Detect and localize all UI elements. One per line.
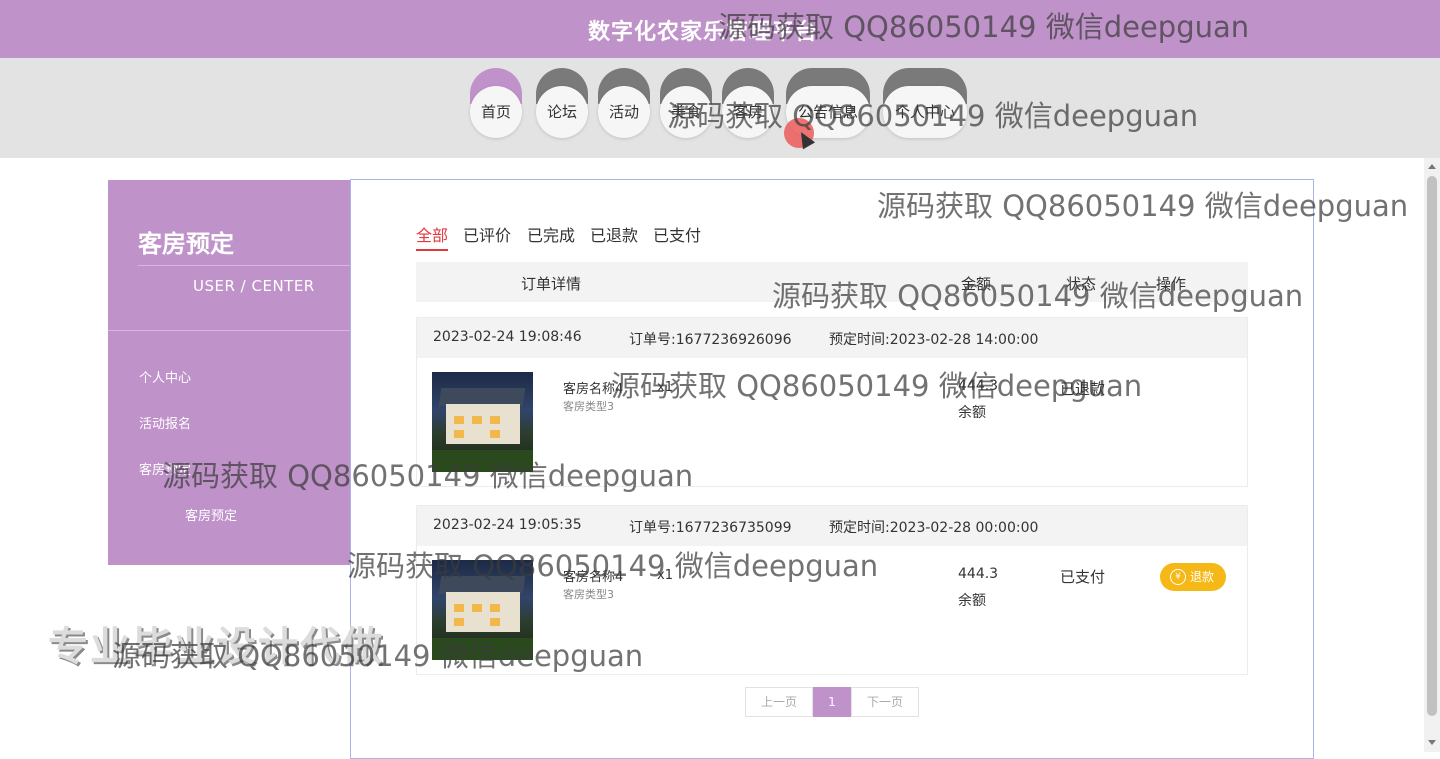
order-amount: 444.3 xyxy=(958,566,999,582)
tab-all[interactable]: 全部 xyxy=(416,222,449,251)
watermark: 源码获取 QQ86050149 微信deepguan xyxy=(112,639,644,673)
tab-completed[interactable]: 已完成 xyxy=(527,222,575,246)
nav-label[interactable]: 论坛 xyxy=(536,86,588,138)
tab-refunded[interactable]: 已退款 xyxy=(590,222,638,246)
sidebar-item-activity-signup[interactable]: 活动报名 xyxy=(139,413,191,432)
watermark: 源码获取 QQ86050149 微信deepguan xyxy=(162,459,694,493)
yen-icon: ¥ xyxy=(1170,569,1186,585)
room-type: 客房类型3 xyxy=(563,588,614,601)
watermark: 源码获取 QQ86050149 微信deepguan xyxy=(667,99,1199,133)
scroll-up-icon[interactable] xyxy=(1428,164,1436,169)
watermark: 源码获取 QQ86050149 微信deepguan xyxy=(772,279,1304,313)
scroll-down-icon[interactable] xyxy=(1428,740,1436,745)
watermark: 源码获取 QQ86050149 微信deepguan xyxy=(877,189,1409,223)
user-sidebar: 客房预定 USER / CENTER 个人中心 活动报名 客房预定 客房预定 xyxy=(108,180,350,565)
divider xyxy=(138,265,350,266)
payment-method: 余额 xyxy=(958,593,986,609)
order-number: 订单号:1677236926096 xyxy=(629,332,792,348)
watermark: 源码获取 QQ86050149 微信deepguan xyxy=(718,10,1250,44)
scrollbar-thumb[interactable] xyxy=(1427,176,1437,716)
order-booking-time: 预定时间:2023-02-28 00:00:00 xyxy=(829,520,1039,536)
nav-label[interactable]: 活动 xyxy=(598,86,650,138)
order-card-header: 2023-02-24 19:08:46 订单号:1677236926096 预定… xyxy=(417,318,1247,358)
watermark: 源码获取 QQ86050149 微信deepguan xyxy=(347,549,879,583)
refund-button[interactable]: ¥ 退款 xyxy=(1160,563,1226,591)
tab-paid[interactable]: 已支付 xyxy=(653,222,701,246)
order-number: 订单号:1677236735099 xyxy=(629,520,792,536)
payment-method: 余额 xyxy=(958,405,986,421)
order-booking-time: 预定时间:2023-02-28 14:00:00 xyxy=(829,332,1039,348)
watermark: 源码获取 QQ86050149 微信deepguan xyxy=(611,369,1143,403)
order-created-time: 2023-02-24 19:05:35 xyxy=(433,517,582,533)
order-created-time: 2023-02-24 19:08:46 xyxy=(433,329,582,345)
sidebar-item-personal-center[interactable]: 个人中心 xyxy=(139,367,191,386)
divider xyxy=(108,330,350,331)
refund-label: 退款 xyxy=(1190,570,1215,584)
page-scrollbar[interactable] xyxy=(1424,158,1440,752)
room-type: 客房类型3 xyxy=(563,400,614,413)
nav-label[interactable]: 首页 xyxy=(470,86,522,138)
sidebar-subitem-room-booking[interactable]: 客房预定 xyxy=(185,505,237,524)
header-order-details: 订单详情 xyxy=(521,275,582,293)
sidebar-subtitle: USER / CENTER xyxy=(193,277,315,295)
pagination-next-button[interactable]: 下一页 xyxy=(851,687,919,717)
tab-reviewed[interactable]: 已评价 xyxy=(463,222,511,246)
pagination-current-page[interactable]: 1 xyxy=(813,687,851,717)
sidebar-title: 客房预定 xyxy=(138,230,234,258)
order-status: 已支付 xyxy=(1060,568,1106,586)
pagination-prev-button[interactable]: 上一页 xyxy=(745,687,813,717)
order-card-header: 2023-02-24 19:05:35 订单号:1677236735099 预定… xyxy=(417,506,1247,546)
